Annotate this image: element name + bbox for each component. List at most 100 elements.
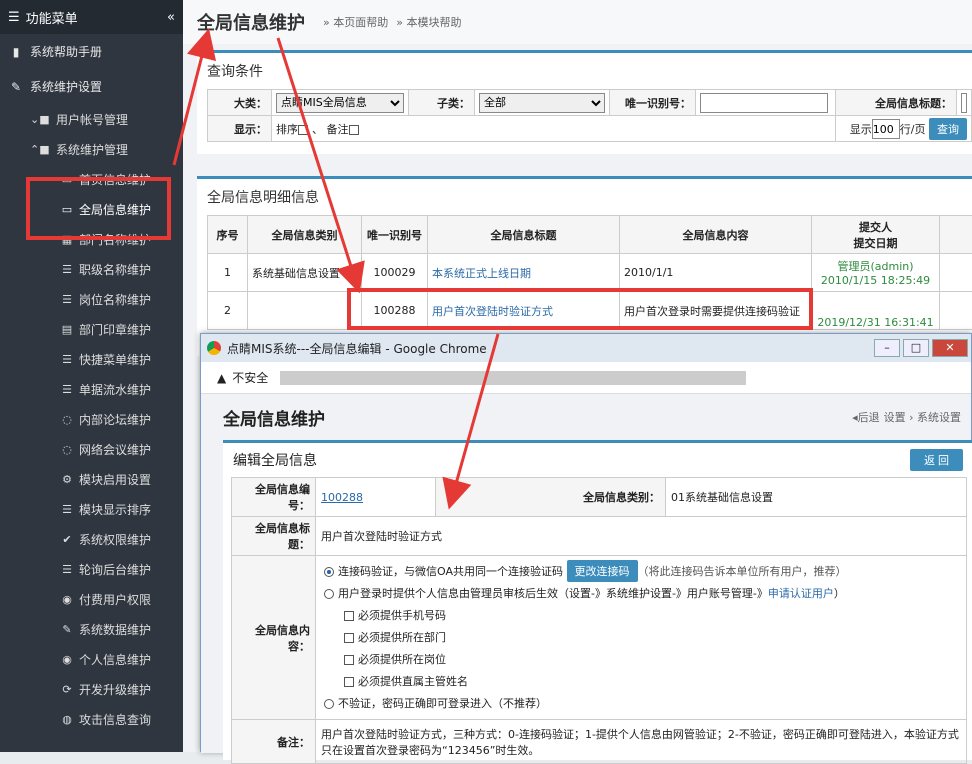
sidebar-item-label: 开发升级维护 xyxy=(79,681,151,698)
row-content: 2010/1/1 xyxy=(620,254,812,292)
menu-icon: ☰ xyxy=(8,10,20,25)
checkbox-label: 必须提供所在岗位 xyxy=(358,653,446,666)
sort-label: 排序 xyxy=(276,123,298,136)
sidebar-leaf-7[interactable]: ☰ 单据流水维护 xyxy=(0,374,183,404)
col-header: 全局信息标题 xyxy=(428,216,620,254)
minimize-button[interactable]: – xyxy=(874,339,900,357)
row-id: 100029 xyxy=(362,254,428,292)
url-redacted xyxy=(280,371,746,385)
option-label-end: ） xyxy=(834,587,845,600)
table-row: 1 系统基础信息设置 100029 本系统正式上线日期 2010/1/1 管理员… xyxy=(208,254,972,292)
sidebar-item-label: 职级名称维护 xyxy=(79,261,151,278)
require-phone-checkbox[interactable] xyxy=(344,611,354,621)
list-icon: ☰ xyxy=(60,353,74,366)
sidebar-leaf-12[interactable]: ✔ 系统权限维护 xyxy=(0,524,183,554)
check-icon: ✔ xyxy=(60,533,74,546)
row-submitter: 2019/12/31 16:31:41 xyxy=(812,292,940,330)
user-icon: ◉ xyxy=(60,593,74,606)
id-input[interactable] xyxy=(700,93,828,113)
popup-title: 全局信息维护 xyxy=(223,405,852,430)
title-input[interactable] xyxy=(961,93,967,113)
option-label: 不验证，密码正确即可登录进入（不推荐） xyxy=(338,697,547,710)
sidebar-item-label: 系统维护管理 xyxy=(56,141,128,158)
note-checkbox[interactable] xyxy=(349,125,359,135)
collapse-icon[interactable]: « xyxy=(167,10,175,25)
sidebar-sub-accounts[interactable]: ⌄■用户帐号管理 xyxy=(0,104,183,134)
back-link[interactable]: ◂后退 xyxy=(852,409,880,425)
sidebar-sub-sysmgmt[interactable]: ⌃■系统维护管理 xyxy=(0,134,183,164)
option-label: 连接码验证，与微信OA共用同一个连接验证码 xyxy=(338,565,563,578)
sort-checkbox[interactable] xyxy=(298,125,308,135)
sidebar: ☰ 功能菜单 « ▮系统帮助手册 ✎系统维护设置 ⌄■用户帐号管理 ⌃■系统维护… xyxy=(0,0,183,752)
sidebar-leaf-17[interactable]: ⟳开发升级维护 xyxy=(0,674,183,704)
sidebar-leaf-18[interactable]: ◍攻击信息查询 xyxy=(0,704,183,734)
sidebar-item-label: 轮询后台维护 xyxy=(79,561,151,578)
require-supervisor-checkbox[interactable] xyxy=(344,677,354,687)
sidebar-header: ☰ 功能菜单 « xyxy=(0,0,183,34)
category-label: 大类： xyxy=(208,90,272,116)
sidebar-item-label: 系统权限维护 xyxy=(79,531,151,548)
require-post-checkbox[interactable] xyxy=(344,655,354,665)
sidebar-leaf-14[interactable]: ◉付费用户权限 xyxy=(0,584,183,614)
option-admin-review-radio[interactable] xyxy=(324,589,334,599)
row-title-link[interactable]: 本系统正式上线日期 xyxy=(428,254,620,292)
perpage-input[interactable] xyxy=(872,119,900,139)
sidebar-leaf-9[interactable]: ◌网络会议维护 xyxy=(0,434,183,464)
col-header: 提交人 提交日期 xyxy=(812,216,940,254)
row-category xyxy=(248,292,362,330)
id-label: 唯一识别号： xyxy=(610,90,696,116)
search-button[interactable]: 查询 xyxy=(929,118,967,140)
subcategory-select[interactable]: 全部 xyxy=(479,93,605,113)
sidebar-leaf-3[interactable]: ☰ 职级名称维护 xyxy=(0,254,183,284)
sidebar-item-sysmaint[interactable]: ✎系统维护设置 xyxy=(0,69,183,104)
close-button[interactable]: ✕ xyxy=(932,339,968,357)
row-no: 2 xyxy=(208,292,248,330)
sidebar-title: 功能菜单 xyxy=(26,8,167,27)
row-no: 1 xyxy=(208,254,248,292)
sidebar-item-label: 用户帐号管理 xyxy=(56,111,128,128)
popup-header: 全局信息维护 ◂后退 设置 › 系统设置 xyxy=(209,394,965,440)
option-label: 用户登录时提供个人信息由管理员审核后生效（设置-》系统维护设置-》用户账号管理-… xyxy=(338,587,768,600)
chrome-logo-icon xyxy=(207,341,221,355)
option-connect-code-radio[interactable] xyxy=(324,567,334,577)
return-button[interactable]: 返 回 xyxy=(910,449,963,471)
window-titlebar: 点睛MIS系统---全局信息编辑 - Google Chrome – □ ✕ xyxy=(201,334,971,362)
annotation-box-sidebar xyxy=(26,177,171,240)
list-icon: ☰ xyxy=(60,293,74,306)
sidebar-item-label: 单据流水维护 xyxy=(79,381,151,398)
sidebar-leaf-5[interactable]: ▤部门印章维护 xyxy=(0,314,183,344)
sidebar-leaf-10[interactable]: ⚙模块启用设置 xyxy=(0,464,183,494)
warning-icon: ▲ xyxy=(217,371,226,385)
sidebar-leaf-4[interactable]: ☰岗位名称维护 xyxy=(0,284,183,314)
sidebar-leaf-11[interactable]: ☰模块显示排序 xyxy=(0,494,183,524)
edit-title: 编辑全局信息 xyxy=(233,450,910,470)
list-icon: ☰ xyxy=(60,383,74,396)
apply-cert-link[interactable]: 申请认证用户 xyxy=(768,587,834,600)
sidebar-leaf-6[interactable]: ☰ 快捷菜单维护 xyxy=(0,344,183,374)
query-title: 查询条件 xyxy=(197,53,972,89)
require-dept-checkbox[interactable] xyxy=(344,633,354,643)
option-tip: （将此连接码告诉本单位所有用户，推荐） xyxy=(638,565,847,578)
submitter-name: 管理员(admin) xyxy=(816,258,935,274)
insecure-label: 不安全 xyxy=(232,369,268,386)
sidebar-leaf-13[interactable]: ☰轮询后台维护 xyxy=(0,554,183,584)
sidebar-item-label: 快捷菜单维护 xyxy=(79,351,151,368)
sidebar-item-help[interactable]: ▮系统帮助手册 xyxy=(0,34,183,69)
category-select[interactable]: 点睛MIS全局信息 xyxy=(276,93,404,113)
change-code-button[interactable]: 更改连接码 xyxy=(567,560,638,582)
option-no-verify-radio[interactable] xyxy=(324,699,334,709)
info-number-link[interactable]: 100288 xyxy=(321,491,363,504)
sidebar-leaf-8[interactable]: ◌内部论坛维护 xyxy=(0,404,183,434)
chat-icon: ◌ xyxy=(60,443,74,456)
separator: 、 xyxy=(312,123,323,136)
col-header: 唯一识别号 xyxy=(362,216,428,254)
maximize-button[interactable]: □ xyxy=(903,339,929,357)
subcategory-label: 子类： xyxy=(409,90,475,116)
page-help-link[interactable]: » 本页面帮助 xyxy=(323,14,388,30)
list-icon: ☰ xyxy=(60,503,74,516)
list-icon: ☰ xyxy=(60,263,74,276)
sidebar-leaf-16[interactable]: ◉个人信息维护 xyxy=(0,644,183,674)
address-bar[interactable]: ▲ 不安全 xyxy=(201,362,971,394)
module-help-link[interactable]: » 本模块帮助 xyxy=(396,14,461,30)
sidebar-leaf-15[interactable]: ✎系统数据维护 xyxy=(0,614,183,644)
